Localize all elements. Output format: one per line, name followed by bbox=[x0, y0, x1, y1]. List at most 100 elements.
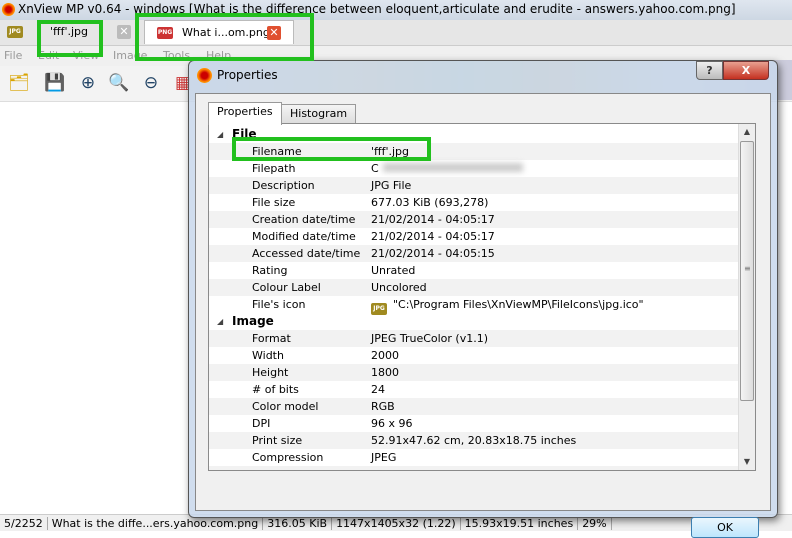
property-row[interactable]: Filename 'fff'.jpg bbox=[209, 143, 738, 160]
close-tab-icon[interactable]: ✕ bbox=[267, 26, 281, 40]
properties-list: ◢ File Filename'fff'.jpg Filepath C Descripti… bbox=[208, 123, 756, 471]
zoom-out-icon[interactable]: ⊖ bbox=[140, 72, 162, 94]
scrollbar-thumb[interactable]: ≡ bbox=[740, 141, 754, 401]
close-button[interactable]: X bbox=[723, 61, 769, 80]
property-key: Filepath bbox=[252, 162, 296, 175]
property-value: JPG "C:\Program Files\XnViewMP\FileIcons\… bbox=[371, 296, 644, 315]
dialog-client-area: Properties Histogram ◢ File Filename 'fff'.… bbox=[195, 93, 771, 538]
property-row[interactable]: Compression JPEG bbox=[209, 449, 738, 466]
tab-fff-jpg[interactable]: JPG 'fff'.jpg ✕ bbox=[0, 20, 134, 44]
scroll-down-icon[interactable]: ▼ bbox=[739, 454, 755, 470]
group-label: Image bbox=[232, 314, 274, 328]
property-key: Width bbox=[252, 349, 284, 362]
group-header-file[interactable]: ◢ File bbox=[209, 126, 738, 143]
property-value: 2000 bbox=[371, 349, 399, 362]
document-tab-bar: JPG 'fff'.jpg ✕ PNG What i...om.png ✕ bbox=[0, 20, 792, 46]
save-icon[interactable]: 💾 bbox=[44, 72, 66, 94]
property-key: Rating bbox=[252, 264, 288, 277]
property-row[interactable]: Filepath C bbox=[209, 160, 738, 177]
xnview-logo-icon bbox=[2, 3, 15, 16]
app-title: XnView MP v0.64 - windows [What is the d… bbox=[18, 2, 736, 16]
property-value: JPEG bbox=[371, 451, 397, 464]
property-key: Height bbox=[252, 366, 289, 379]
property-key: Accessed date/time bbox=[252, 247, 361, 260]
property-row[interactable]: Print size 52.91x47.62 cm, 20.83x18.75 in… bbox=[209, 432, 738, 449]
property-row[interactable]: Format JPEG TrueColor (v1.1) bbox=[209, 330, 738, 347]
properties-dialog: Properties ? X Properties Histogram ◢ Fil… bbox=[188, 60, 778, 538]
status-filename: What is the diffe...ers.yahoo.com.png bbox=[47, 517, 264, 530]
menu-tools[interactable]: Tools bbox=[163, 49, 190, 62]
status-print-size: 15.93x19.51 inches bbox=[460, 517, 579, 530]
property-value: 52.91x47.62 cm, 20.83x18.75 inches bbox=[371, 434, 577, 447]
property-value: 1800 bbox=[371, 366, 399, 379]
zoom-actual-icon[interactable]: 🔍 bbox=[108, 72, 130, 94]
property-value: Unrated bbox=[371, 264, 416, 277]
tab-histogram[interactable]: Histogram bbox=[281, 104, 357, 124]
property-value: 21/02/2014 - 04:05:17 bbox=[371, 213, 495, 226]
property-value: 21/02/2014 - 04:05:15 bbox=[371, 247, 495, 260]
property-row[interactable]: Height 1800 bbox=[209, 364, 738, 381]
menu-file[interactable]: File bbox=[4, 49, 22, 62]
close-tab-icon[interactable]: ✕ bbox=[117, 25, 131, 39]
xnview-logo-icon bbox=[197, 68, 212, 83]
property-row[interactable]: Accessed date/time 21/02/2014 - 04:05:15 bbox=[209, 245, 738, 262]
group-header-image[interactable]: ◢ Image bbox=[209, 313, 738, 330]
tab-label: What i...om.png bbox=[182, 26, 270, 39]
property-row[interactable]: Modified date/time 21/02/2014 - 04:05:17 bbox=[209, 228, 738, 245]
ok-button[interactable]: OK bbox=[691, 517, 759, 538]
tab-properties[interactable]: Properties bbox=[208, 102, 282, 125]
property-key: Progressive mode bbox=[252, 466, 350, 470]
property-key: Colour Label bbox=[252, 281, 321, 294]
property-key: DPI bbox=[252, 417, 271, 430]
status-index: 5/2252 bbox=[0, 517, 48, 530]
tab-label: 'fff'.jpg bbox=[50, 25, 89, 38]
property-key: Color model bbox=[252, 400, 319, 413]
property-value: 24 bbox=[371, 383, 385, 396]
property-key: Creation date/time bbox=[252, 213, 356, 226]
property-row[interactable]: DPI 96 x 96 bbox=[209, 415, 738, 432]
zoom-in-icon[interactable]: ⊕ bbox=[77, 72, 99, 94]
png-file-icon: PNG bbox=[157, 27, 173, 39]
menu-view[interactable]: View bbox=[73, 49, 99, 62]
tab-what-is-png[interactable]: PNG What i...om.png ✕ bbox=[144, 20, 294, 44]
property-row[interactable]: File size 677.03 KiB (693,278) bbox=[209, 194, 738, 211]
collapse-triangle-icon[interactable]: ◢ bbox=[217, 126, 223, 143]
property-key: File size bbox=[252, 196, 296, 209]
group-label: File bbox=[232, 127, 257, 141]
vertical-scrollbar[interactable]: ▲ ≡ ▼ bbox=[738, 124, 755, 470]
property-value: 96 x 96 bbox=[371, 417, 413, 430]
dialog-title: Properties bbox=[217, 68, 278, 82]
property-row[interactable]: File's icon JPG "C:\Program Files\XnViewMP… bbox=[209, 296, 738, 315]
property-value: JPEG TrueColor (v1.1) bbox=[371, 332, 489, 345]
property-row[interactable]: Creation date/time 21/02/2014 - 04:05:17 bbox=[209, 211, 738, 228]
property-value: JPG File bbox=[371, 179, 412, 192]
menu-edit[interactable]: Edit bbox=[38, 49, 59, 62]
help-button[interactable]: ? bbox=[696, 61, 723, 80]
property-value: No bbox=[371, 466, 386, 470]
property-row[interactable]: Progressive mode No bbox=[209, 466, 738, 470]
folder-tree-icon[interactable]: 🗂 bbox=[8, 72, 30, 94]
app-title-bar: XnView MP v0.64 - windows [What is the d… bbox=[0, 0, 792, 20]
property-key: Modified date/time bbox=[252, 230, 356, 243]
property-row[interactable]: # of bits 24 bbox=[209, 381, 738, 398]
property-value: RGB bbox=[371, 400, 395, 413]
menu-image[interactable]: Image bbox=[113, 49, 147, 62]
property-row[interactable]: Rating Unrated bbox=[209, 262, 738, 279]
property-key: Description bbox=[252, 179, 315, 192]
property-row[interactable]: Description JPG File bbox=[209, 177, 738, 194]
jpg-file-icon: JPG bbox=[7, 26, 23, 38]
property-key: Compression bbox=[252, 451, 324, 464]
collapse-triangle-icon[interactable]: ◢ bbox=[217, 313, 223, 330]
property-row[interactable]: Width 2000 bbox=[209, 347, 738, 364]
property-value: C bbox=[371, 160, 523, 177]
property-key: Print size bbox=[252, 434, 303, 447]
property-row[interactable]: Colour Label Uncolored bbox=[209, 279, 738, 296]
property-key: Filename bbox=[252, 145, 302, 158]
status-zoom: 29% bbox=[578, 517, 612, 530]
scroll-up-icon[interactable]: ▲ bbox=[739, 124, 755, 140]
property-row[interactable]: Color model RGB bbox=[209, 398, 738, 415]
property-value: Uncolored bbox=[371, 281, 427, 294]
property-key: File's icon bbox=[252, 298, 306, 311]
status-dimensions: 1147x1405x32 (1.22) bbox=[332, 517, 461, 530]
property-value: 21/02/2014 - 04:05:17 bbox=[371, 230, 495, 243]
